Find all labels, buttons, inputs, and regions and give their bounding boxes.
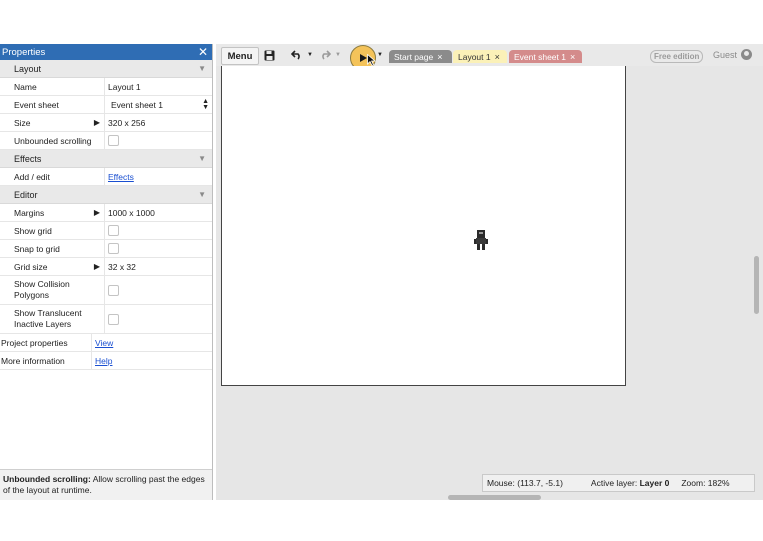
tab-event-sheet-1[interactable]: Event sheet 1 × (509, 50, 582, 63)
tab-start-page-label: Start page (394, 51, 434, 62)
properties-header: Properties ✕ (0, 44, 212, 60)
tab-layout-1[interactable]: Layout 1 × (453, 50, 507, 63)
undo-dropdown-icon[interactable]: ▼ (307, 47, 313, 63)
prop-size-label-text: Size (14, 117, 31, 128)
prop-grid-size-label-text: Grid size (14, 261, 48, 272)
prop-collision-label-line2: Polygons (14, 290, 49, 300)
view-link[interactable]: View (95, 338, 113, 348)
expand-arrow-icon[interactable]: ▶ (94, 118, 100, 127)
chevron-down-icon[interactable]: ▼ (198, 64, 206, 73)
prop-size-label: Size ▶ (0, 114, 105, 131)
prop-row-name: Name Layout 1 (0, 78, 212, 96)
prop-show-grid-label: Show grid (0, 222, 105, 239)
translucent-layers-checkbox[interactable] (108, 313, 119, 325)
player-sprite[interactable] (473, 229, 489, 251)
layout-canvas[interactable] (221, 66, 626, 386)
section-editor-label: Editor (14, 189, 38, 200)
toolbar: Menu ▼ ▼ ▼ Start page × Layout 1 × Event… (216, 44, 763, 71)
undo-icon[interactable] (290, 47, 304, 63)
collision-polygons-checkbox[interactable] (108, 284, 119, 296)
status-bar: Mouse: (113.7, -5.1) Active layer: Layer… (482, 474, 755, 492)
close-tab-icon[interactable]: × (570, 52, 575, 62)
expand-arrow-icon[interactable]: ▶ (94, 208, 100, 217)
active-layer: Active layer: Layer 0 (591, 478, 669, 488)
play-icon (359, 54, 367, 62)
section-effects-label: Effects (14, 153, 42, 164)
prop-unbounded-label: Unbounded scrolling (0, 132, 105, 149)
unbounded-checkbox[interactable] (108, 135, 119, 146)
properties-title: Properties (2, 46, 46, 58)
help-link[interactable]: Help (95, 356, 112, 366)
close-tab-icon[interactable]: × (437, 52, 442, 62)
user-account[interactable]: Guest (713, 49, 753, 60)
prop-event-sheet-label: Event sheet (0, 96, 105, 113)
prop-name-label: Name (0, 78, 105, 95)
close-tab-icon[interactable]: × (495, 52, 500, 62)
prop-name-value[interactable]: Layout 1 (105, 78, 212, 95)
horizontal-scrollbar[interactable] (448, 495, 541, 500)
section-layout-label: Layout (14, 63, 42, 74)
menu-button[interactable]: Menu (221, 47, 259, 65)
select-arrows-icon: ▲ ▼ (202, 97, 209, 111)
prop-margins-label-text: Margins (14, 207, 45, 218)
user-name: Guest (713, 49, 738, 60)
prop-collision-label: Show Collision Polygons (0, 276, 105, 304)
prop-grid-size-label: Grid size ▶ (0, 258, 105, 275)
properties-panel: Properties ✕ Layout ▼ Name Layout 1 Even… (0, 44, 213, 500)
run-dropdown-icon[interactable]: ▼ (377, 47, 383, 63)
chevron-down-icon[interactable]: ▼ (198, 154, 206, 163)
prop-translucent-label: Show Translucent Inactive Layers (0, 305, 105, 333)
user-avatar-icon (741, 49, 753, 60)
tab-start-page[interactable]: Start page × (389, 50, 452, 63)
prop-row-margins: Margins ▶ 1000 x 1000 (0, 204, 212, 222)
prop-project-label: Project properties (0, 334, 92, 351)
redo-dropdown-icon[interactable]: ▼ (335, 47, 341, 63)
prop-row-translucent: Show Translucent Inactive Layers (0, 305, 212, 334)
section-effects[interactable]: Effects ▼ (0, 150, 212, 168)
prop-translucent-label-line1: Show Translucent (14, 308, 82, 318)
prop-row-collision: Show Collision Polygons (0, 276, 212, 305)
prop-row-unbounded: Unbounded scrolling (0, 132, 212, 150)
main-area: Menu ▼ ▼ ▼ Start page × Layout 1 × Event… (216, 44, 763, 500)
prop-row-snap: Snap to grid (0, 240, 212, 258)
prop-margins-label: Margins ▶ (0, 204, 105, 221)
redo-icon[interactable] (318, 47, 332, 63)
prop-row-effects: Add / edit Effects (0, 168, 212, 186)
prop-size-value[interactable]: 320 x 256 (105, 114, 212, 131)
prop-add-edit-label: Add / edit (0, 168, 105, 185)
prop-row-event-sheet: Event sheet Event sheet 1 ▲ ▼ (0, 96, 212, 114)
vertical-scrollbar[interactable] (754, 256, 759, 314)
tab-event-sheet-1-label: Event sheet 1 (514, 51, 566, 62)
active-layer-label: Active layer: (590, 478, 640, 488)
zoom-level: Zoom: 182% (681, 478, 730, 488)
prop-translucent-label-line2: Inactive Layers (14, 319, 72, 329)
event-sheet-value: Event sheet 1 (111, 99, 163, 110)
property-help-text: Unbounded scrolling: Allow scrolling pas… (0, 469, 212, 500)
mouse-position: Mouse: (113.7, -5.1) (487, 478, 563, 488)
snap-to-grid-checkbox[interactable] (108, 243, 119, 254)
expand-arrow-icon[interactable]: ▶ (94, 262, 100, 271)
section-layout[interactable]: Layout ▼ (0, 60, 212, 78)
event-sheet-select[interactable]: Event sheet 1 ▲ ▼ (105, 96, 212, 113)
prop-more-info-label: More information (0, 352, 92, 369)
prop-row-more-info: More information Help (0, 352, 212, 370)
edition-badge[interactable]: Free edition (650, 50, 704, 63)
prop-row-project: Project properties View (0, 334, 212, 352)
prop-grid-size-value[interactable]: 32 x 32 (105, 258, 212, 275)
section-editor[interactable]: Editor ▼ (0, 186, 212, 204)
show-grid-checkbox[interactable] (108, 225, 119, 236)
save-icon[interactable] (262, 47, 276, 63)
prop-snap-label: Snap to grid (0, 240, 105, 257)
effects-link[interactable]: Effects (108, 172, 134, 182)
tab-layout-1-label: Layout 1 (458, 51, 491, 62)
chevron-down-icon[interactable]: ▼ (198, 190, 206, 199)
prop-row-size: Size ▶ 320 x 256 (0, 114, 212, 132)
active-layer-value: Layer 0 (639, 478, 670, 488)
prop-row-show-grid: Show grid (0, 222, 212, 240)
help-title: Unbounded scrolling: (3, 474, 91, 484)
prop-collision-label-line1: Show Collision (14, 279, 70, 289)
prop-margins-value[interactable]: 1000 x 1000 (105, 204, 212, 221)
close-icon[interactable]: ✕ (198, 46, 208, 58)
prop-row-grid-size: Grid size ▶ 32 x 32 (0, 258, 212, 276)
